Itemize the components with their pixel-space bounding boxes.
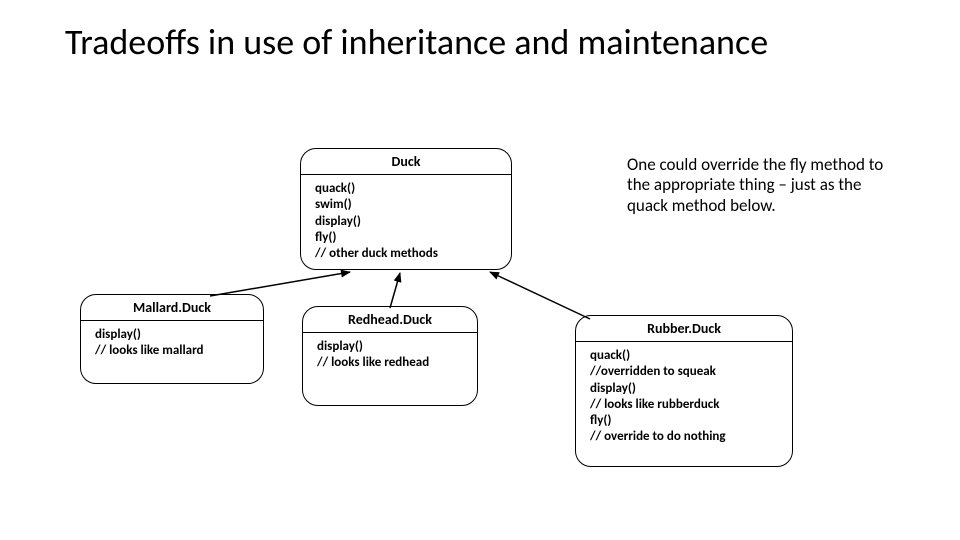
annotation-text: One could override the fly method to the… <box>627 155 892 216</box>
slide-title: Tradeoffs in use of inheritance and main… <box>65 22 885 63</box>
uml-class-mallard: Mallard.Duck display() // looks like mal… <box>80 294 264 384</box>
inheritance-arrows <box>0 0 960 540</box>
uml-class-name: Rubber.Duck <box>576 316 792 342</box>
uml-class-body: display() // looks like redhead <box>303 333 477 382</box>
uml-class-body: quack() //overridden to squeak display()… <box>576 342 792 456</box>
uml-class-name: Duck <box>301 149 511 175</box>
uml-class-name: Redhead.Duck <box>303 307 477 333</box>
slide: Tradeoffs in use of inheritance and main… <box>0 0 960 540</box>
uml-class-rubber: Rubber.Duck quack() //overridden to sque… <box>575 315 793 467</box>
uml-class-duck: Duck quack() swim() display() fly() // o… <box>300 148 512 270</box>
uml-class-redhead: Redhead.Duck display() // looks like red… <box>302 306 478 406</box>
uml-class-body: display() // looks like mallard <box>81 321 263 370</box>
uml-class-body: quack() swim() display() fly() // other … <box>301 175 511 270</box>
uml-class-name: Mallard.Duck <box>81 295 263 321</box>
